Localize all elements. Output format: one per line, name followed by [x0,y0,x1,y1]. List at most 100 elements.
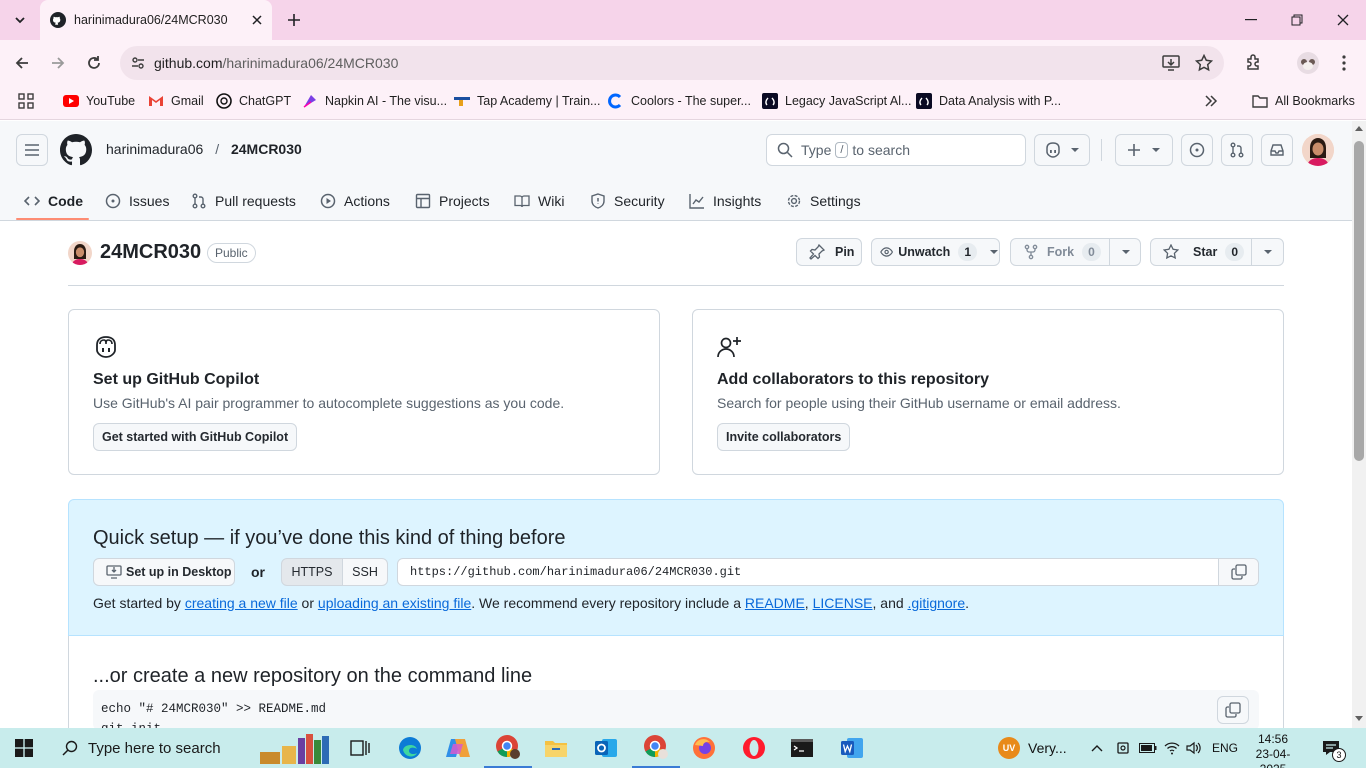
license-link[interactable]: LICENSE [813,595,873,611]
close-window-icon[interactable] [1320,0,1366,40]
outlook-icon[interactable] [582,728,630,768]
repo-link[interactable]: 24MCR030 [231,141,302,157]
fork-button[interactable]: Fork 0 [1010,238,1141,266]
https-toggle[interactable]: HTTPS [281,558,343,586]
unwatch-button[interactable]: Unwatch 1 [871,238,1000,266]
issues-header-button[interactable] [1181,134,1213,166]
scroll-down-icon[interactable] [1355,716,1363,722]
bookmark-data-analysis[interactable]: Data Analysis with P... [916,86,1061,116]
bookmark-youtube[interactable]: YouTube [63,86,135,116]
owner-link[interactable]: harinimadura06 [106,141,203,157]
extensions-icon[interactable] [1238,47,1270,79]
owner-avatar[interactable] [68,241,92,265]
issue-icon [1189,142,1205,158]
meet-now-icon[interactable] [1115,728,1131,768]
volume-icon[interactable] [1186,728,1202,768]
forward-icon[interactable] [42,47,74,79]
search-input[interactable]: Type / to search [766,134,1026,166]
bookmark-legacy-js[interactable]: Legacy JavaScript Al... [762,86,911,116]
creating-new-file-link[interactable]: creating a new file [185,595,298,611]
address-bar[interactable]: github.com/harinimadura06/24MCR030 [120,46,1224,80]
book-icon [514,195,530,208]
tab-code[interactable]: Code [24,185,83,217]
tab-wiki[interactable]: Wiki [514,185,564,217]
ssh-toggle[interactable]: SSH [342,558,388,586]
clone-url-input[interactable]: https://github.com/harinimadura06/24MCR0… [397,558,1259,586]
bookmark-gmail[interactable]: Gmail [148,86,204,116]
tab-search-icon[interactable] [6,6,34,34]
terminal-icon[interactable] [778,728,826,768]
invite-collaborators-button[interactable]: Invite collaborators [717,423,851,451]
word-icon[interactable] [828,728,876,768]
copilot-menu-button[interactable] [1034,134,1090,166]
install-app-icon[interactable] [1162,54,1180,72]
upload-file-link[interactable]: uploading an existing file [318,595,471,611]
page-scrollbar[interactable] [1352,121,1366,728]
more-bookmarks-icon[interactable] [1204,86,1218,116]
profile-avatar-icon[interactable] [1292,47,1324,79]
task-view-icon[interactable] [336,728,384,768]
site-info-icon[interactable] [130,55,146,71]
wifi-icon[interactable] [1164,728,1180,768]
chevron-down-icon [1070,147,1080,153]
show-hidden-icons-icon[interactable] [1091,728,1103,768]
tab-settings[interactable]: Settings [786,185,861,217]
or-text: or [251,564,265,580]
pull-requests-header-button[interactable] [1221,134,1253,166]
tab-insights[interactable]: Insights [689,185,761,217]
firefox-icon[interactable] [680,728,728,768]
bookmark-chatgpt[interactable]: ChatGPT [216,86,291,116]
notifications-icon[interactable]: 3 [1322,728,1346,768]
apps-grid-icon[interactable] [18,86,34,116]
minimize-icon[interactable] [1228,0,1274,40]
language-indicator[interactable]: ENG [1212,728,1238,768]
bookmark-tap-academy[interactable]: Tap Academy | Train... [454,86,600,116]
code-icon [24,196,40,206]
weather-widget[interactable]: UV Very... [998,728,1067,768]
bookmark-coolors[interactable]: Coolors - The super... [608,86,751,116]
tab-security[interactable]: Security [590,185,665,217]
inbox-button[interactable] [1261,134,1293,166]
eye-icon [880,247,894,257]
readme-link[interactable]: README [745,595,805,611]
repo-title[interactable]: 24MCR030 [100,241,201,264]
setup-desktop-button[interactable]: Set up in Desktop [93,558,235,586]
edge-icon[interactable] [386,728,434,768]
file-explorer-icon[interactable] [532,728,580,768]
scroll-up-icon[interactable] [1355,125,1363,131]
get-started-copilot-button[interactable]: Get started with GitHub Copilot [93,423,298,451]
all-bookmarks[interactable]: All Bookmarks [1252,86,1355,116]
chrome-profile-taskbar-icon[interactable] [632,728,680,768]
new-tab-icon[interactable] [280,6,308,34]
gitignore-link[interactable]: .gitignore [908,595,966,611]
bookmark-napkin[interactable]: Napkin AI - The visu... [302,86,447,116]
star-button[interactable]: Star 0 [1150,238,1284,266]
fork-icon [1024,244,1038,260]
tab-actions[interactable]: Actions [320,185,390,217]
restore-icon[interactable] [1274,0,1320,40]
clock[interactable]: 14:56 23-04-2025 [1246,732,1300,768]
copy-commands-icon[interactable] [1217,696,1249,724]
battery-icon[interactable] [1139,728,1157,768]
chrome-menu-icon[interactable] [1328,47,1360,79]
tab-close-icon[interactable] [252,15,262,25]
hamburger-menu-icon[interactable] [16,134,48,166]
opera-icon[interactable] [730,728,778,768]
browser-tab-active[interactable]: harinimadura06/24MCR030 [40,0,272,40]
chrome-taskbar-icon[interactable] [484,728,532,768]
back-icon[interactable] [6,47,38,79]
windows-start-icon[interactable] [0,728,48,768]
tab-issues[interactable]: Issues [105,185,169,217]
fcc-icon [916,93,932,109]
copilot-taskbar-icon[interactable] [434,728,482,768]
tab-projects[interactable]: Projects [415,185,490,217]
copy-url-icon[interactable] [1218,559,1258,585]
reload-icon[interactable] [78,47,110,79]
scrollbar-thumb[interactable] [1354,141,1364,461]
pin-button[interactable]: Pin [796,238,862,266]
bookmark-star-icon[interactable] [1195,54,1213,72]
github-logo-icon[interactable] [60,134,92,166]
tab-pull-requests[interactable]: Pull requests [191,185,296,217]
create-new-button[interactable] [1115,134,1173,166]
user-avatar[interactable] [1302,134,1334,166]
